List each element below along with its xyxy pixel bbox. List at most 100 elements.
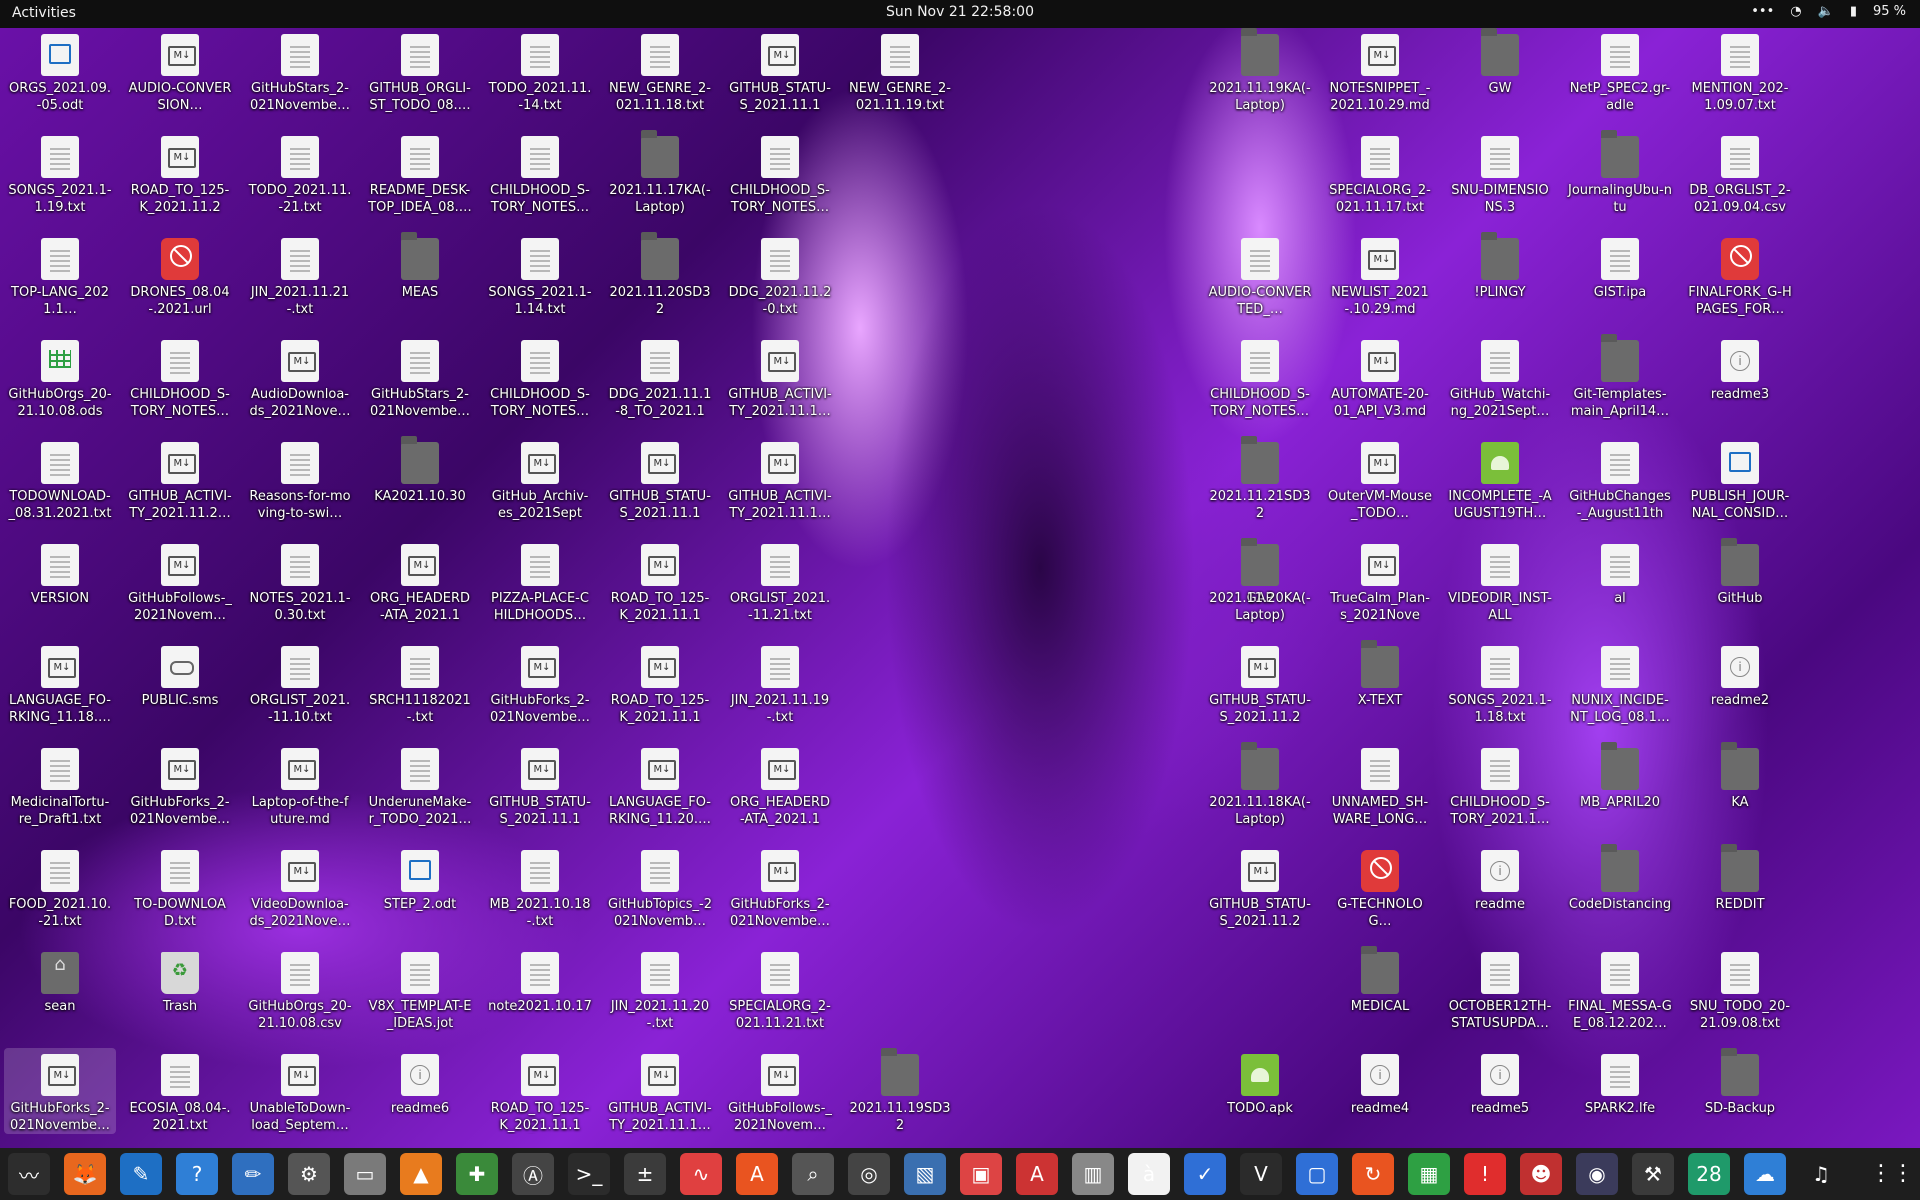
tools-icon[interactable]: ⚒	[1632, 1153, 1674, 1195]
desktop-icon-md[interactable]: GITHUB_STATU-S_2021.11.21.…	[1204, 844, 1316, 930]
alert-icon[interactable]: !	[1464, 1153, 1506, 1195]
desktop-icon-doc[interactable]: ORGLIST_2021.-11.21.txt	[724, 538, 836, 624]
settings-icon[interactable]: ⚙	[288, 1153, 330, 1195]
desktop-icon-folder[interactable]: GW	[1444, 28, 1556, 97]
desktop-icon-md[interactable]: ORG_HEADERD-ATA_2021.11.…	[364, 538, 476, 624]
desktop-icon-md[interactable]: GITHUB_ACTIVI-TY_2021.11.2…	[124, 436, 236, 522]
desktop-icon-doc[interactable]: GITHUB_ORGLI-ST_TODO_08.…	[364, 28, 476, 114]
desktop-icon-trash[interactable]: Trash	[124, 946, 236, 1015]
desktop-icon-doc[interactable]: GitHub_Watchi-ng_2021Sept…	[1444, 334, 1556, 420]
desktop-icon-folder[interactable]: 2021.11.18KA(-Laptop)	[1204, 742, 1316, 828]
desktop-icon-doc[interactable]: CHILDHOOD_S-TORY_NOTES…	[484, 334, 596, 420]
desktop-icon-odt[interactable]: PUBLISH_JOUR-NAL_CONSID…	[1684, 436, 1796, 522]
desktop-icon-folder[interactable]: 2021.11.19SD32	[844, 1048, 956, 1134]
desktop-icon-doc[interactable]: al	[1564, 538, 1676, 607]
desktop-icon-md[interactable]: ROAD_TO_125-K_2021.11.19.…	[604, 640, 716, 726]
desktop-icon-md[interactable]: ROAD_TO_125-K_2021.11.18.…	[604, 538, 716, 624]
desktop-icon-folder[interactable]: 2021.11.20KA(-Laptop)	[1204, 538, 1316, 624]
more-icon[interactable]: •••	[1751, 4, 1774, 19]
webcam-icon[interactable]: ◉	[1576, 1153, 1618, 1195]
desktop-icon-doc[interactable]: PIZZA-PLACE-CHILDHOODS…	[484, 538, 596, 624]
desktop-icon-blocked[interactable]: FINALFORK_G-HPAGES_FOR…	[1684, 232, 1796, 318]
files-icon[interactable]: ▭	[344, 1153, 386, 1195]
system-monitor-icon[interactable]: 〰	[8, 1153, 50, 1195]
archive-icon[interactable]: ▥	[1072, 1153, 1114, 1195]
desktop-icon-md[interactable]: GITHUB_ACTIVI-TY_2021.11.1…	[724, 436, 836, 522]
desktop-icon-md[interactable]: LANGUAGE_FO-RKING_11.20.…	[604, 742, 716, 828]
clock[interactable]: Sun Nov 21 22:58:00	[886, 4, 1034, 20]
desktop-icon-apk[interactable]: TODO.apk	[1204, 1048, 1316, 1117]
desktop-icon-md[interactable]: GitHubFollows-_2021Novem…	[124, 538, 236, 624]
desktop-icon-folder[interactable]: MEDICAL	[1324, 946, 1436, 1015]
desktop-icon-doc[interactable]: SPECIALORG_2-021.11.17.txt	[1324, 130, 1436, 216]
desktop-icon-doc[interactable]: CHILDHOOD_S-TORY_NOTES…	[484, 130, 596, 216]
desktop-icon-md[interactable]: NOTESNIPPET_-2021.10.29.md	[1324, 28, 1436, 114]
desktop-icon-doc[interactable]: TODO_2021.11.-14.txt	[484, 28, 596, 114]
desktop-icon-doc[interactable]: README_DESK-TOP_IDEA_08.…	[364, 130, 476, 216]
desktop-icon-doc[interactable]: CHILDHOOD_S-TORY_NOTES…	[124, 334, 236, 420]
desktop-icon-md[interactable]: UnableToDown-load_Septem…	[244, 1048, 356, 1134]
show-applications-button[interactable]: ⋮⋮⋮	[1870, 1154, 1920, 1194]
writer-icon[interactable]: ✎	[120, 1153, 162, 1195]
desktop-icon-home[interactable]: sean	[4, 946, 116, 1015]
desktop-icon-doc[interactable]: TOP-LANG_2021.1…	[4, 232, 116, 318]
desktop-icon-blocked[interactable]: G-TECHNOLOG…	[1324, 844, 1436, 930]
desktop-icon-folder[interactable]: KA	[1684, 742, 1796, 811]
font-viewer-icon[interactable]: A	[1016, 1153, 1058, 1195]
desktop-icon-md[interactable]: GitHubForks_2-021Novembe…	[724, 844, 836, 930]
desktop-icon-md[interactable]: ORG_HEADERD-ATA_2021.11.…	[724, 742, 836, 828]
terminal-icon[interactable]: >_	[568, 1153, 610, 1195]
desktop-icon-doc[interactable]: GitHubStars_2-021Novembe…	[364, 334, 476, 420]
desktop-icon-info[interactable]: readme6	[364, 1048, 476, 1117]
desktop-icon-odt[interactable]: STEP_2.odt	[364, 844, 476, 913]
desktop-icon-doc[interactable]: VIDEODIR_INST-ALL	[1444, 538, 1556, 624]
remote-desktop-icon[interactable]: ▢	[1296, 1153, 1338, 1195]
desktop-icon-sms[interactable]: PUBLIC.sms	[124, 640, 236, 709]
vlc-icon[interactable]: ▲	[400, 1153, 442, 1195]
desktop-icon-doc[interactable]: DB_ORGLIST_2-021.09.04.csv	[1684, 130, 1796, 216]
game-icon[interactable]: ☻	[1520, 1153, 1562, 1195]
desktop-icon-md[interactable]: ROAD_TO_125-K_2021.11.20.…	[124, 130, 236, 216]
desktop-icon-doc[interactable]: GitHubChanges-_August11th2…	[1564, 436, 1676, 522]
desktop-icon-doc[interactable]: Reasons-for-moving-to-swi…	[244, 436, 356, 522]
calculator-icon[interactable]: ±	[624, 1153, 666, 1195]
desktop-icon-doc[interactable]: NEW_GENRE_2-021.11.18.txt	[604, 28, 716, 114]
desktop-icon-folder[interactable]: JournalingUbu-ntu	[1564, 130, 1676, 216]
desktop-icon-md[interactable]: VideoDownloa-ds_2021Nove…	[244, 844, 356, 930]
desktop-icon-folder[interactable]: 2021.11.21SD32	[1204, 436, 1316, 522]
desktop-icon-doc[interactable]: CHILDHOOD_S-TORY_NOTES…	[1204, 334, 1316, 420]
desktop-icon-folder[interactable]: 2021.11.19KA(-Laptop)	[1204, 28, 1316, 114]
desktop-icon-doc[interactable]: GitHubStars_2-021Novembe…	[244, 28, 356, 114]
desktop-icon-md[interactable]: GitHubForks_2-021Novembe…	[484, 640, 596, 726]
desktop-icon-md[interactable]: Laptop-of-the-future.md	[244, 742, 356, 828]
wifi-icon[interactable]: ◔	[1790, 4, 1801, 19]
desktop-icon-md[interactable]: AUDIO-CONVERSION…	[124, 28, 236, 114]
desktop-icon-doc[interactable]: TODO_2021.11.-21.txt	[244, 130, 356, 216]
desktop-icon-odt[interactable]: ORGS_2021.09.-05.odt	[4, 28, 116, 114]
desktop-icon-blocked[interactable]: DRONES_08.04-.2021.url	[124, 232, 236, 318]
help-icon[interactable]: ?	[176, 1153, 218, 1195]
vim-icon[interactable]: V	[1240, 1153, 1282, 1195]
desktop-icon-folder[interactable]: 2021.11.20SD32	[604, 232, 716, 318]
desktop-icon-doc[interactable]: JIN_2021.11.20-.txt	[604, 946, 716, 1032]
desktop-icon-doc[interactable]: OCTOBER12TH-STATUSUPDA…	[1444, 946, 1556, 1032]
desktop-icon-doc[interactable]: SNU_TODO_20-21.09.08.txt	[1684, 946, 1796, 1032]
desktop-icon-doc[interactable]: MENTION_202-1.09.07.txt	[1684, 28, 1796, 114]
desktop-icon-folder[interactable]: REDDIT	[1684, 844, 1796, 913]
desktop-icon-doc[interactable]: FINAL_MESSA-GE_08.12.202…	[1564, 946, 1676, 1032]
desktop-icon-doc[interactable]: DDG_2021.11.2-0.txt	[724, 232, 836, 318]
desktop-icon-info[interactable]: readme4	[1324, 1048, 1436, 1117]
desktop-icon-folder[interactable]: !PLINGY	[1444, 232, 1556, 301]
desktop-icon-doc[interactable]: SONGS_2021.1-1.14.txt	[484, 232, 596, 318]
volume-icon[interactable]: 🔈	[1818, 4, 1834, 19]
desktop-icon-folder[interactable]: SD-Backup	[1684, 1048, 1796, 1117]
calendar-icon[interactable]: 28	[1688, 1153, 1730, 1195]
desktop-icon-doc[interactable]: FOOD_2021.10.-21.txt	[4, 844, 116, 930]
image-viewer-icon[interactable]: ▧	[904, 1153, 946, 1195]
desktop-icon-md[interactable]: LANGUAGE_FO-RKING_11.18.…	[4, 640, 116, 726]
desktop-icon-doc[interactable]: CHILDHOOD_S-TORY_2021.1…	[1444, 742, 1556, 828]
desktop-icon-doc[interactable]: GitHubTopics_-2021Novemb…	[604, 844, 716, 930]
desktop-icon-doc[interactable]: ECOSIA_08.04-.2021.txt	[124, 1048, 236, 1134]
desktop-icon-md[interactable]: OuterVM-Mouse_TODO…	[1324, 436, 1436, 522]
desktop-icon-doc[interactable]: MedicinalTortu-re_Draft1.txt	[4, 742, 116, 828]
